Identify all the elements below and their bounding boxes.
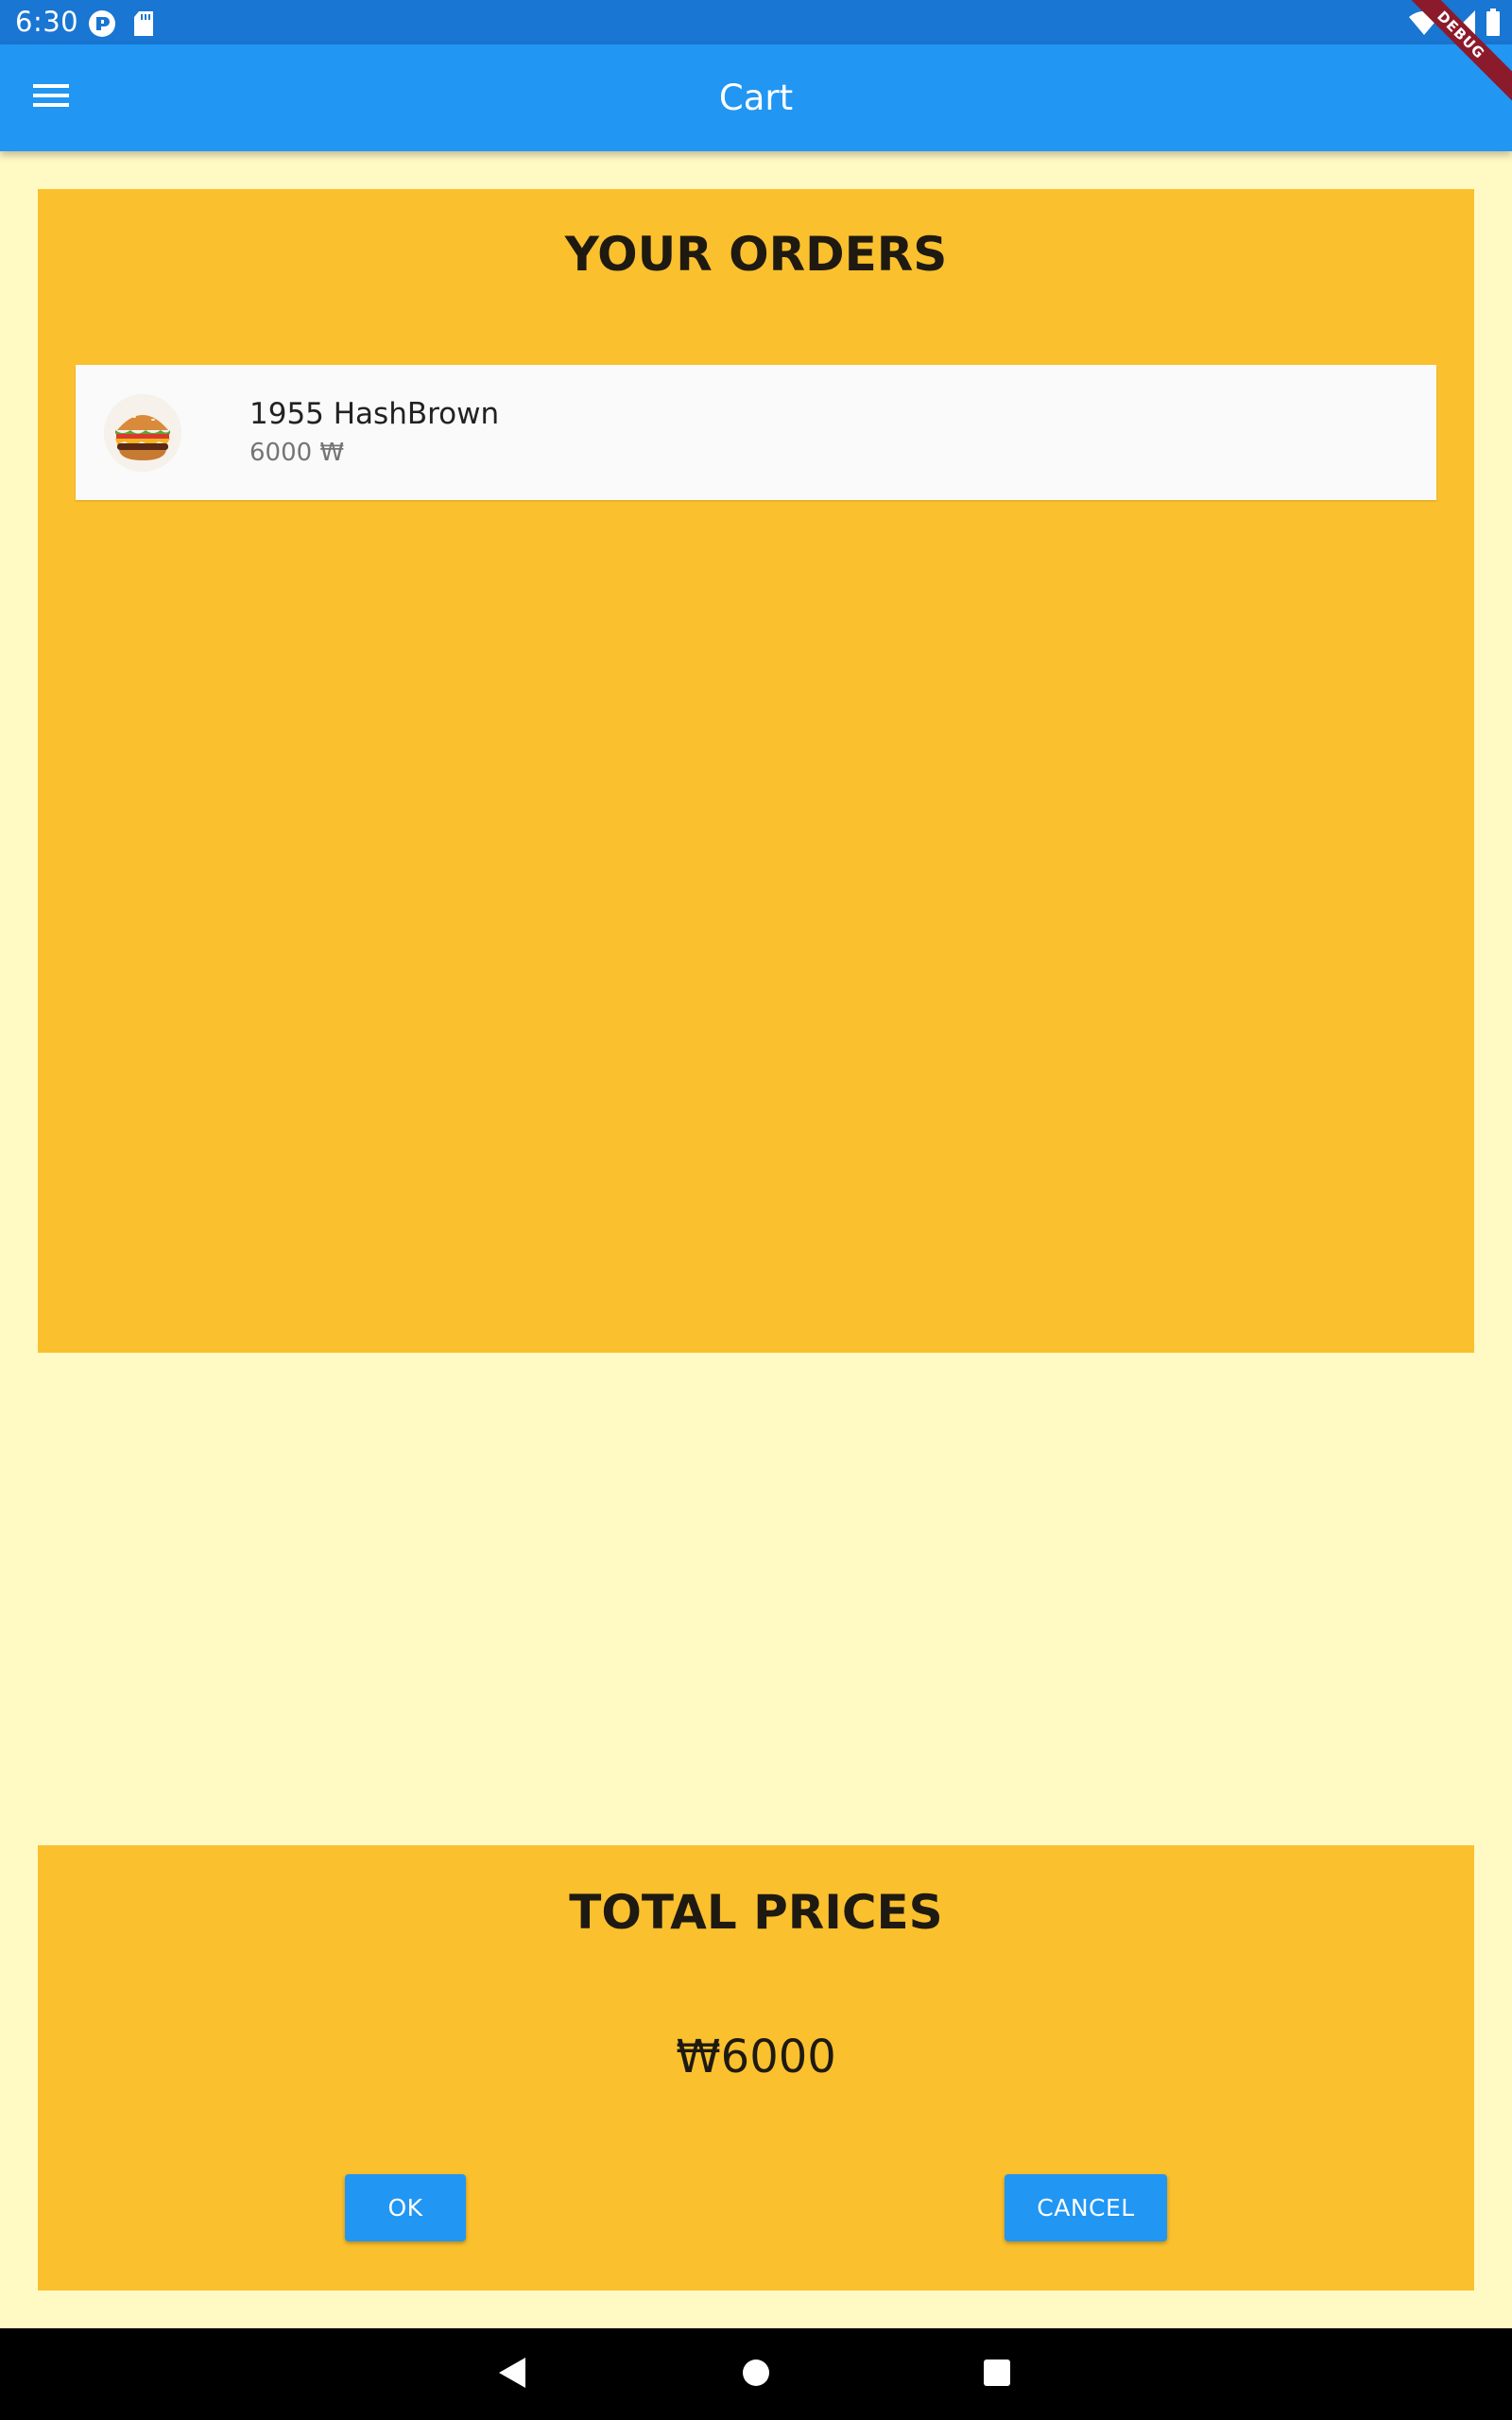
back-button[interactable] (490, 2353, 534, 2396)
status-time: 6:30 (15, 6, 79, 38)
status-right-icons (1408, 9, 1501, 41)
orders-panel: YOUR ORDERS 1955 HashBrown 6000 ₩ (38, 189, 1474, 1353)
total-price-value: ₩6000 (676, 2031, 836, 2083)
total-heading: TOTAL PRICES (569, 1885, 943, 1940)
recents-icon (983, 2359, 1011, 2391)
orders-heading: YOUR ORDERS (564, 227, 948, 282)
ok-button[interactable]: OK (345, 2174, 466, 2241)
cancel-button[interactable]: CANCEL (1005, 2174, 1167, 2241)
order-item-name: 1955 HashBrown (249, 397, 500, 431)
system-nav-bar (0, 2328, 1512, 2420)
recents-button[interactable] (975, 2353, 1019, 2396)
burger-image (104, 394, 181, 472)
battery-icon (1486, 9, 1501, 41)
notification-app-icon (88, 9, 116, 42)
app-bar: Cart (0, 44, 1512, 151)
status-bar: 6:30 (0, 0, 1512, 44)
status-left-icons (88, 9, 154, 42)
cell-signal-icon (1450, 9, 1476, 40)
home-icon (742, 2359, 770, 2391)
wifi-icon (1408, 9, 1440, 40)
home-button[interactable] (734, 2353, 778, 2396)
sd-card-icon (133, 10, 154, 41)
order-item-price: 6000 ₩ (249, 439, 345, 467)
total-panel: TOTAL PRICES ₩6000 OK CANCEL (38, 1845, 1474, 2290)
page-title: Cart (718, 78, 794, 118)
back-icon (497, 2357, 527, 2393)
list-item[interactable]: 1955 HashBrown 6000 ₩ (76, 365, 1436, 500)
